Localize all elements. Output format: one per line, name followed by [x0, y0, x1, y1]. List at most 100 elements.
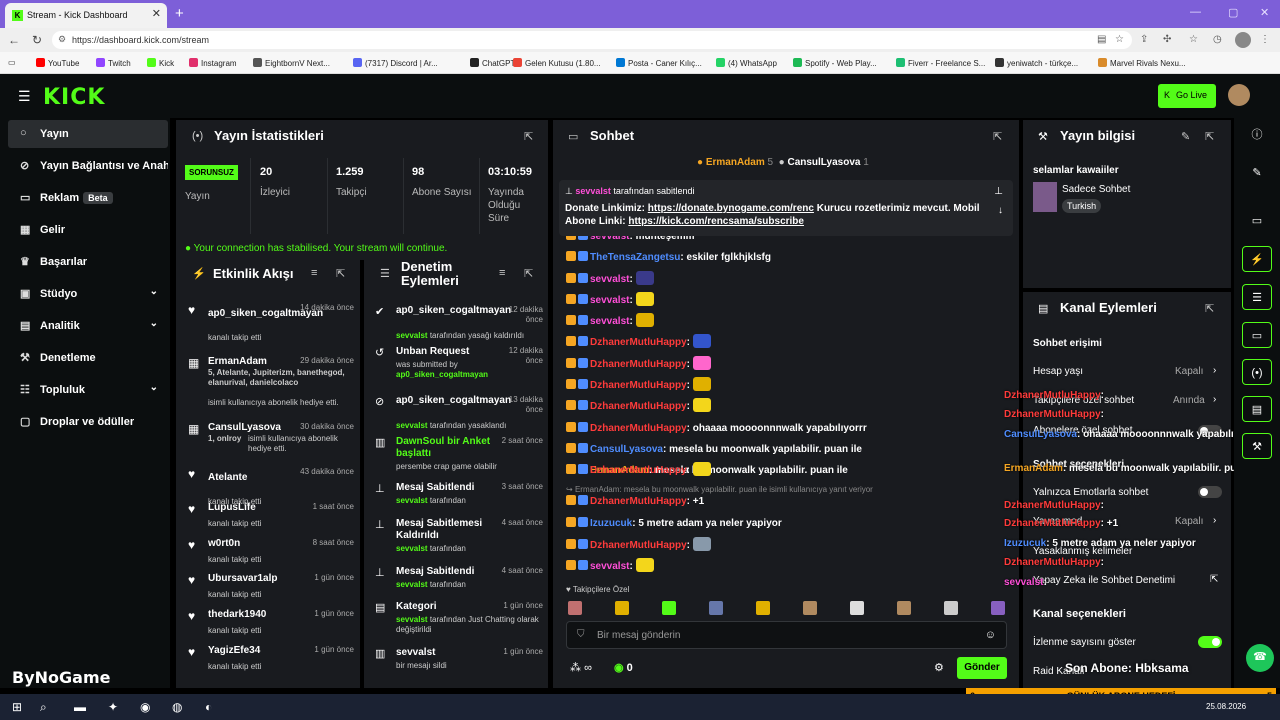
emote-icon[interactable] [803, 601, 817, 615]
chat-message[interactable]: sevvalst: [566, 557, 654, 577]
app-icon[interactable]: ✦ [108, 700, 118, 714]
moderation-row[interactable]: ⊥ Mesaj Sabitlendi 3 saat önce sevvalst tar… [373, 482, 543, 518]
activity-row[interactable]: ♥ Ubursavar1alp 1 gün önce kanalı takip ett… [186, 573, 354, 607]
bookmark-item[interactable]: ChatGPT [470, 58, 515, 68]
chat-message[interactable]: DzhanerMutluHappy: [566, 376, 712, 396]
emoji-icon[interactable]: ☺ [985, 629, 996, 641]
windows-start-icon[interactable]: ⊞ [12, 700, 22, 714]
subscribe-link[interactable]: https://kick.com/rencsama/subscribe [628, 216, 804, 227]
chat-username[interactable]: DzhanerMutluHappy [590, 423, 687, 434]
chat-username[interactable]: DzhanerMutluHappy [590, 540, 687, 551]
tab-close-icon[interactable]: ✕ [152, 7, 161, 20]
page-icon[interactable]: ▤ [1097, 34, 1106, 45]
bookmark-item[interactable]: (4) WhatsApp [716, 58, 777, 68]
chat-username[interactable]: DzhanerMutluHappy [590, 465, 687, 476]
chat-input[interactable]: ⛉ Bir mesaj gönderin ☺ [566, 621, 1007, 649]
bookmark-item[interactable]: yeniwatch - türkçe... [995, 58, 1078, 68]
followers-only-value[interactable]: Anında [1173, 395, 1205, 406]
bookmark-item[interactable]: Posta - Caner Kılıç... [616, 58, 702, 68]
popout-icon[interactable]: ⇱ [993, 130, 1002, 143]
emote-icon[interactable] [568, 601, 582, 615]
emote-icon[interactable] [944, 601, 958, 615]
sidebar-item[interactable]: ♛ Başarılar [8, 248, 168, 276]
bookmark-item[interactable]: YouTube [36, 58, 79, 68]
maximize-icon[interactable]: ▢ [1228, 6, 1238, 19]
bookmark-item[interactable]: Fiverr - Freelance S... [896, 58, 985, 68]
chat-message[interactable]: sevvalst: [566, 270, 654, 290]
info-icon[interactable]: ⓘ [1242, 122, 1272, 148]
moderator-name[interactable]: ap0_siken_cogaltmayan [396, 370, 488, 379]
chevron-right-icon[interactable]: › [1213, 515, 1216, 526]
slow-mode-value[interactable]: Kapalı [1175, 516, 1203, 527]
moderation-row[interactable]: ▥ DawnSoul bir Anket başlattı 2 saat önce p… [373, 436, 543, 472]
chat-message[interactable]: DzhanerMutluHappy: [566, 536, 712, 556]
chat-username[interactable]: TheTensaZangetsu [590, 252, 680, 263]
pinned-message[interactable]: ⊥ sevvalst tarafından sabitlendi ⊥ ↓ Don… [559, 180, 1013, 236]
menu-icon[interactable]: ⋮ [1260, 34, 1270, 45]
sidebar-item[interactable]: ⚒ Denetleme [8, 344, 168, 372]
category-name[interactable]: Sadece Sohbet [1062, 184, 1130, 195]
chat-username[interactable]: sevvalst [590, 316, 629, 327]
popout-icon[interactable]: ⇱ [1205, 302, 1214, 315]
broadcast-rail-icon[interactable]: (•) [1242, 359, 1272, 385]
moderator-name[interactable]: sevvalst [396, 544, 428, 553]
chat-message[interactable]: DzhanerMutluHappy: [566, 397, 712, 417]
chat-username[interactable]: Izuzucuk [590, 518, 632, 529]
minimize-icon[interactable]: — [1190, 6, 1201, 18]
edit-pencil-icon[interactable]: ✎ [1181, 130, 1190, 143]
activity-row[interactable]: ▦ ErmanAdam 29 dakika önce 5, Atelante, Jup… [186, 356, 354, 407]
unpin-icon[interactable]: ⊥ [994, 186, 1003, 197]
bookmark-item[interactable]: Twitch [96, 58, 131, 68]
chat-username[interactable]: sevvalst [590, 274, 629, 285]
bookmark-item[interactable]: (7317) Discord | Ar... [353, 58, 438, 68]
channel-rail-icon[interactable]: ▤ [1242, 396, 1272, 422]
file-explorer-icon[interactable]: ▬ [74, 700, 86, 714]
sidebar-item[interactable]: ▭ Reklam Beta [8, 184, 168, 212]
moderator-name[interactable]: sevvalst [396, 331, 428, 340]
list-rail-icon[interactable]: ☰ [1242, 284, 1272, 310]
chevron-down-icon[interactable]: ⌄ [150, 318, 158, 329]
chat-username[interactable]: DzhanerMutluHappy [590, 337, 687, 348]
popout-icon[interactable]: ⇱ [336, 267, 345, 280]
activity-row[interactable]: ♥ LupusLife 1 saat önce kanalı takip etti [186, 502, 354, 536]
chat-username[interactable]: sevvalst [590, 295, 629, 306]
new-tab-button[interactable]: + [175, 5, 184, 22]
go-live-button[interactable]: K Go Live [1158, 84, 1216, 108]
reload-icon[interactable]: ↻ [32, 33, 42, 47]
activity-row[interactable]: ▦ CansulLyasova 30 dakika önce 1, onlroy isi… [186, 422, 354, 456]
sidebar-item[interactable]: ▤ Analitik ⌄ [8, 312, 168, 340]
chevron-down-icon[interactable]: ⌄ [150, 382, 158, 393]
bookmark-star-icon[interactable]: ☆ [1115, 34, 1124, 45]
emote-icon[interactable] [897, 601, 911, 615]
activity-row[interactable]: ♥ ap0_siken_cogaltmayan 14 dakika önce kana… [186, 303, 354, 342]
url-bar[interactable]: ⚙ https://dashboard.kick.com/stream [52, 31, 1132, 49]
chat-message[interactable]: DzhanerMutluHappy: [566, 461, 712, 481]
wrench-rail-icon[interactable]: ⚒ [1242, 433, 1272, 459]
chat-message[interactable]: CansulLyasova: mesela bu moonwalk yapıla… [566, 440, 862, 460]
close-window-icon[interactable]: ✕ [1260, 6, 1269, 19]
moderator-name[interactable]: sevvalst [396, 496, 428, 505]
activity-row[interactable]: ♥ YagizEfe34 1 gün önce kanalı takip etti [186, 645, 354, 679]
discord-icon[interactable]: ◍ [172, 700, 182, 714]
show-views-toggle[interactable] [1198, 636, 1222, 648]
donate-link[interactable]: https://donate.bynogame.com/renc [648, 203, 814, 214]
moderation-row[interactable]: ⊥ Mesaj Sabitlendi 4 saat önce sevvalst tar… [373, 566, 543, 602]
layout-icon[interactable]: ▭ [1242, 208, 1272, 234]
moderation-row[interactable]: ⊥ Mesaj Sabitlemesi Kaldırıldı 4 saat önce… [373, 518, 543, 554]
popout-icon[interactable]: ⇱ [524, 130, 533, 143]
bookmark-item[interactable]: Marvel Rivals Nexu... [1098, 58, 1186, 68]
moderator-name[interactable]: sevvalst [396, 580, 428, 589]
chat-message[interactable]: Izuzucuk: 5 metre adam ya neler yapiyor [566, 514, 782, 534]
chat-username[interactable]: DzhanerMutluHappy [590, 496, 687, 507]
activity-row[interactable]: ♥ w0rt0n 8 saat önce kanalı takip etti [186, 538, 354, 572]
bookmark-item[interactable]: Spotify - Web Play... [793, 58, 877, 68]
emote-icon[interactable] [662, 601, 676, 615]
sidebar-item[interactable]: ○ Yayın [8, 120, 168, 148]
chevron-down-icon[interactable]: ⌄ [150, 286, 158, 297]
send-button[interactable]: Gönder [957, 657, 1007, 679]
sidebar-item[interactable]: ▣ Stüdyo ⌄ [8, 280, 168, 308]
external-link-icon[interactable]: ⇱ [1210, 574, 1218, 585]
sidebar-item[interactable]: ▢ Droplar ve ödüller [8, 408, 168, 436]
emote-icon[interactable] [991, 601, 1005, 615]
support-icon[interactable]: ☎ [1246, 644, 1274, 672]
